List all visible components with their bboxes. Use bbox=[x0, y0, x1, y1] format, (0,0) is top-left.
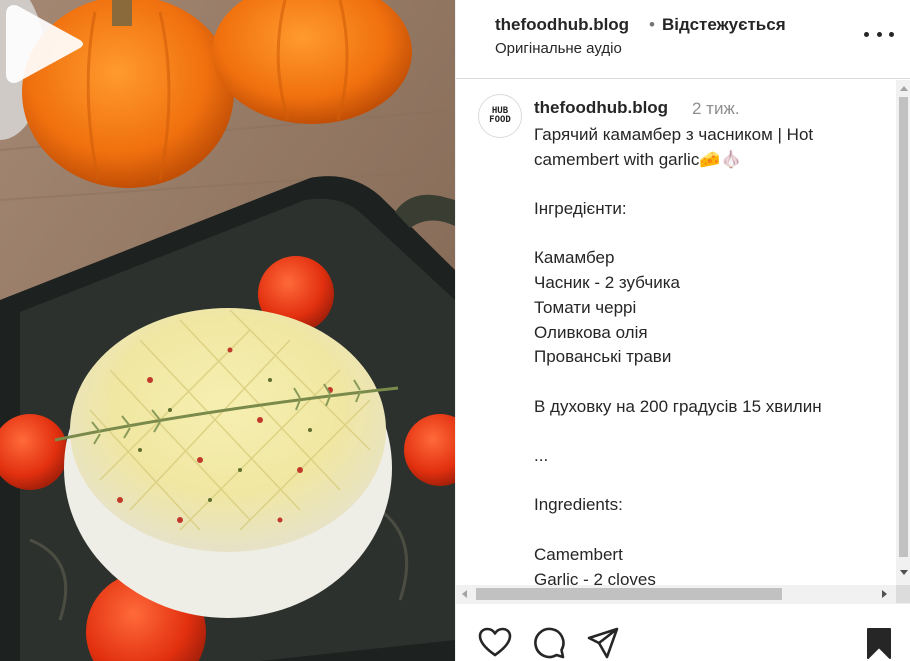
caption-username[interactable]: thefoodhub.blog bbox=[534, 98, 668, 118]
horizontal-scroll-thumb[interactable] bbox=[476, 588, 782, 600]
caption-line: Ingredients: bbox=[534, 495, 623, 515]
caption-line: Оливкова олія bbox=[534, 322, 648, 342]
heart-icon[interactable] bbox=[478, 626, 512, 660]
caption-line: Інгредієнти: bbox=[534, 199, 627, 219]
vertical-scrollbar[interactable] bbox=[896, 80, 910, 585]
caption-line: Гарячий камамбер з часником | Hot bbox=[534, 125, 814, 144]
original-audio-link[interactable]: Оригінальне аудіо bbox=[495, 40, 622, 57]
caption-area: HUB FOOD thefoodhub.blog 2 тиж. Гарячий … bbox=[456, 80, 896, 585]
avatar[interactable]: HUB FOOD bbox=[478, 94, 522, 138]
caption-line bbox=[534, 419, 884, 444]
share-icon[interactable] bbox=[586, 626, 620, 660]
caption-line: ... bbox=[534, 446, 549, 466]
scroll-down-arrow-icon[interactable] bbox=[900, 570, 908, 575]
scroll-up-arrow-icon[interactable] bbox=[900, 86, 908, 91]
vertical-scroll-thumb[interactable] bbox=[899, 97, 908, 557]
post-sidebar: thefoodhub.blog • Відстежується Оригінал… bbox=[455, 0, 910, 661]
post-header: thefoodhub.blog • Відстежується Оригінал… bbox=[456, 0, 910, 79]
play-icon[interactable] bbox=[0, 0, 88, 88]
caption-line: Прованські трави bbox=[534, 347, 672, 367]
caption-line bbox=[534, 469, 884, 494]
caption-line: В духовку на 200 градусів 15 хвилин bbox=[534, 396, 822, 416]
caption-line bbox=[534, 222, 884, 247]
caption-text: Гарячий камамбер з часником | Hot camemb… bbox=[534, 123, 884, 585]
follow-status-button[interactable]: Відстежується bbox=[662, 15, 786, 35]
caption-line bbox=[534, 370, 884, 395]
caption-line bbox=[534, 172, 884, 197]
caption-line: Garlic - 2 cloves bbox=[534, 569, 656, 585]
avatar-logo: HUB FOOD bbox=[489, 106, 511, 125]
scrollbar-corner bbox=[896, 585, 910, 603]
scroll-right-arrow-icon[interactable] bbox=[882, 590, 887, 598]
video-media[interactable] bbox=[0, 0, 455, 661]
action-bar bbox=[456, 603, 910, 661]
header-username[interactable]: thefoodhub.blog bbox=[495, 15, 629, 35]
bookmark-icon[interactable] bbox=[862, 626, 896, 660]
comment-icon[interactable] bbox=[532, 626, 566, 660]
caption-line: camembert with garlic🧀🧄 bbox=[534, 149, 742, 169]
caption-line: Томати черрі bbox=[534, 297, 637, 317]
scroll-left-arrow-icon[interactable] bbox=[462, 590, 467, 598]
caption-timestamp[interactable]: 2 тиж. bbox=[692, 99, 740, 119]
more-options-icon[interactable] bbox=[864, 22, 894, 46]
header-separator: • bbox=[649, 15, 655, 34]
food-photo bbox=[0, 0, 455, 661]
horizontal-scrollbar[interactable] bbox=[456, 585, 896, 603]
caption-line: Камамбер bbox=[534, 248, 615, 268]
caption-line: Часник - 2 зубчика bbox=[534, 273, 680, 293]
caption-line: Camembert bbox=[534, 544, 623, 564]
caption-line bbox=[534, 518, 884, 543]
